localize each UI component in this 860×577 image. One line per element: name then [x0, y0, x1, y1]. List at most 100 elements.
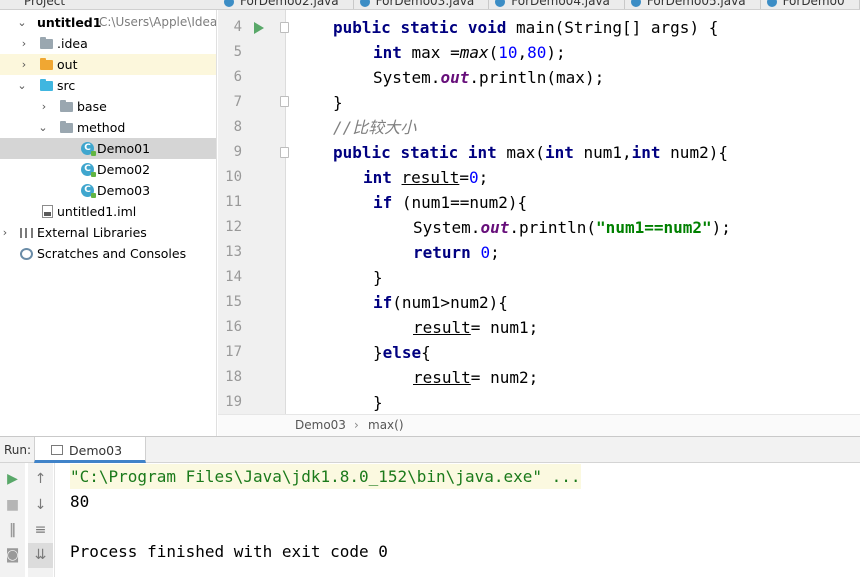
code-line[interactable]: if(num1>num2){	[373, 290, 508, 315]
tree-item-external-libraries[interactable]: › External Libraries	[0, 222, 216, 243]
breadcrumb-method[interactable]: max()	[368, 415, 404, 436]
code-token: }	[333, 93, 343, 112]
tree-item-demo02[interactable]: C Demo02	[0, 159, 216, 180]
code-line[interactable]: }	[333, 90, 343, 115]
arrow-up-icon[interactable]: ↑	[28, 467, 53, 492]
tree-item-untitled1[interactable]: ⌄ untitled1 C:\Users\Apple\IdeaP	[0, 12, 217, 33]
code-editor[interactable]: 4 5 6 7 8 9 10 11 12 13 14 15 16 17 18 19 public static…	[218, 10, 860, 414]
code-token: static	[400, 18, 468, 37]
console-command-line: "C:\Program Files\Java\jdk1.8.0_152\bin\…	[70, 464, 581, 489]
java-class-icon: C	[81, 163, 96, 177]
console-icon	[51, 445, 63, 455]
source-folder-icon	[40, 79, 53, 91]
chevron-down-icon[interactable]: ⌄	[38, 117, 48, 138]
console-exit-line: Process finished with exit code 0	[70, 542, 388, 561]
tree-item-label: Demo01	[97, 141, 151, 156]
iml-file-icon	[42, 205, 53, 218]
arrow-down-icon[interactable]: ↓	[28, 493, 53, 518]
run-console[interactable]: "C:\Program Files\Java\jdk1.8.0_152\bin\…	[54, 463, 860, 577]
code-token: max(	[506, 143, 545, 162]
code-token: {	[421, 343, 431, 362]
console-output-line: 80	[70, 492, 90, 511]
code-token: (	[488, 43, 499, 62]
code-token: int	[467, 143, 507, 162]
editor-tabs: ForDemo02.java ForDemo03.java ForDemo04.…	[218, 0, 860, 9]
chevron-down-icon[interactable]: ⌄	[17, 12, 27, 33]
run-tab-demo03[interactable]: Demo03	[34, 437, 146, 463]
code-token: if	[373, 293, 393, 312]
code-line[interactable]: }	[373, 265, 383, 290]
code-line[interactable]: if (num1==num2){	[373, 190, 527, 215]
code-token: else	[382, 343, 422, 362]
code-line[interactable]: result= num2;	[413, 365, 538, 390]
tree-item-method[interactable]: ⌄ method	[0, 117, 216, 138]
tree-item-iml[interactable]: untitled1.iml	[0, 201, 216, 222]
code-line[interactable]: return 0;	[413, 240, 500, 265]
code-token: num1,	[583, 143, 632, 162]
tree-item-label: Demo02	[97, 162, 151, 177]
run-toolbar-right: ↑ ↓ ≡ ⇊	[28, 463, 53, 577]
project-path: C:\Users\Apple\IdeaP	[99, 15, 217, 29]
code-token: }	[373, 268, 383, 287]
code-line[interactable]: //比较大小	[333, 115, 416, 140]
editor-tab[interactable]: ForDemo04.java	[489, 0, 625, 9]
code-line[interactable]: int max =max(10,80);	[373, 40, 566, 65]
code-token: (num1>num2){	[392, 293, 508, 312]
tree-item-out[interactable]: › out	[0, 54, 216, 75]
tree-item-demo01[interactable]: C Demo01	[0, 138, 216, 159]
code-token: "num1==num2"	[596, 218, 712, 237]
camera-icon[interactable]: ◙	[0, 543, 25, 568]
code-token: out	[440, 68, 470, 87]
tree-item-base[interactable]: › base	[0, 96, 216, 117]
code-token: ;	[490, 243, 500, 262]
chevron-right-icon[interactable]: ›	[0, 222, 10, 243]
run-icon[interactable]: ▶	[0, 467, 25, 492]
code-token: ,	[517, 43, 528, 62]
tree-item-label: method	[77, 120, 126, 135]
tree-item-label: Demo03	[97, 183, 151, 198]
editor-tab[interactable]: ForDemo02.java	[218, 0, 354, 9]
tree-item-label: Scratches and Consoles	[37, 246, 187, 261]
folder-icon	[40, 37, 53, 49]
chevron-right-icon[interactable]: ›	[39, 96, 49, 117]
code-token: 0	[480, 243, 491, 262]
editor-tab[interactable]: ForDemo05.java	[625, 0, 761, 9]
tree-item-idea[interactable]: › .idea	[0, 33, 216, 54]
project-panel-title[interactable]: Project	[0, 0, 217, 9]
chevron-down-icon[interactable]: ⌄	[17, 75, 27, 96]
code-token: = num1;	[470, 318, 539, 337]
code-area[interactable]: public static void main(String[] args) {…	[218, 10, 860, 414]
code-line[interactable]: public static void main(String[] args) {	[333, 15, 718, 40]
code-line[interactable]: }	[373, 390, 383, 414]
code-line[interactable]: }else{	[373, 340, 431, 365]
code-token: max	[459, 43, 489, 62]
pause-icon[interactable]: ‖	[0, 518, 25, 543]
code-line[interactable]: public static int max(int num1,int num2)…	[333, 140, 728, 165]
run-tab-label: Demo03	[69, 443, 123, 458]
code-line[interactable]: System.out.println("num1==num2");	[413, 215, 731, 240]
top-tab-strip: Project ForDemo02.java ForDemo03.java Fo…	[0, 0, 860, 10]
code-token: (num1==num2){	[401, 193, 528, 212]
scroll-to-end-icon[interactable]: ⇊	[28, 543, 53, 568]
tree-item-label: untitled1	[37, 15, 102, 30]
stop-icon[interactable]: ■	[0, 493, 25, 518]
code-token: .println(max);	[469, 68, 605, 87]
tree-item-scratches[interactable]: Scratches and Consoles	[0, 243, 216, 264]
code-token: result	[401, 168, 460, 187]
code-token: public	[333, 143, 401, 162]
code-line[interactable]: result= num1;	[413, 315, 538, 340]
code-token: );	[546, 43, 566, 62]
tree-item-src[interactable]: ⌄ src	[0, 75, 216, 96]
tree-item-demo03[interactable]: C Demo03	[0, 180, 216, 201]
editor-tab[interactable]: ForDemo0	[761, 0, 860, 9]
soft-wrap-icon[interactable]: ≡	[28, 518, 53, 543]
chevron-right-icon[interactable]: ›	[19, 54, 29, 75]
editor-tab[interactable]: ForDemo03.java	[354, 0, 490, 9]
code-line[interactable]: System.out.println(max);	[373, 65, 604, 90]
code-token: void	[467, 18, 517, 37]
breadcrumb-file[interactable]: Demo03	[295, 415, 346, 436]
code-token: System.	[373, 68, 441, 87]
chevron-right-icon[interactable]: ›	[19, 33, 29, 54]
tree-item-label: External Libraries	[37, 225, 147, 240]
code-line[interactable]: int result=0;	[363, 165, 488, 190]
